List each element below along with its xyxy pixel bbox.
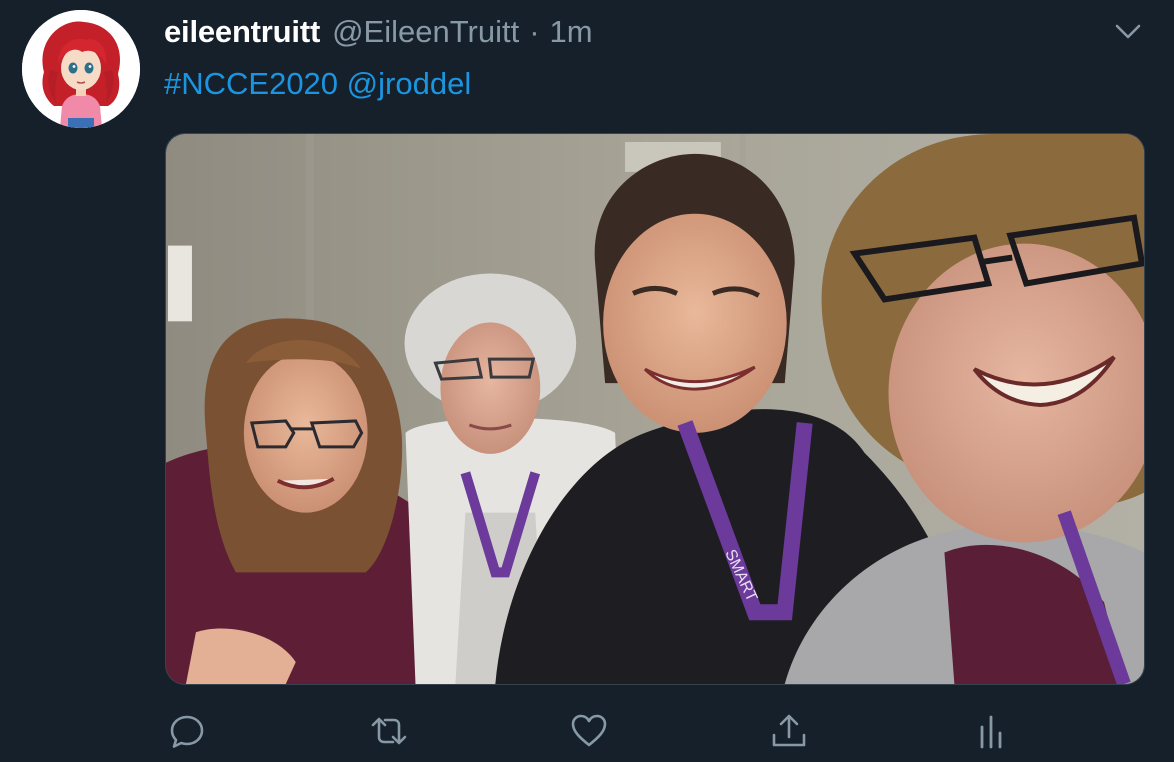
chevron-down-icon — [1115, 24, 1141, 39]
share-icon — [772, 714, 806, 747]
analytics-button[interactable] — [966, 706, 1016, 756]
mention-link[interactable]: @jroddel — [347, 66, 472, 101]
avatar[interactable] — [22, 10, 140, 128]
heart-icon — [571, 714, 607, 747]
separator-dot: · — [529, 14, 540, 49]
tweet[interactable]: eileentruitt @EileenTruitt · 1m #NCCE202… — [0, 0, 1174, 762]
share-button[interactable] — [764, 706, 814, 756]
reply-icon — [170, 715, 204, 748]
more-options-button[interactable] — [1112, 16, 1144, 48]
hashtag-link[interactable]: #NCCE2020 — [164, 66, 338, 101]
retweet-icon — [371, 717, 407, 745]
tweet-text: #NCCE2020 @jroddel — [164, 66, 471, 102]
analytics-icon — [980, 715, 1002, 749]
tweet-header: eileentruitt @EileenTruitt · 1m — [164, 14, 593, 56]
timestamp[interactable]: 1m — [550, 14, 593, 50]
display-name[interactable]: eileentruitt — [164, 14, 320, 50]
tweet-photo[interactable]: SMART — [165, 133, 1145, 685]
user-handle[interactable]: @EileenTruitt — [332, 14, 519, 50]
retweet-button[interactable] — [364, 706, 414, 756]
reply-button[interactable] — [162, 706, 212, 756]
tweet-actions — [0, 706, 1174, 756]
like-button[interactable] — [564, 706, 614, 756]
avatar-image — [22, 10, 140, 128]
selfie-photo: SMART — [166, 134, 1144, 684]
